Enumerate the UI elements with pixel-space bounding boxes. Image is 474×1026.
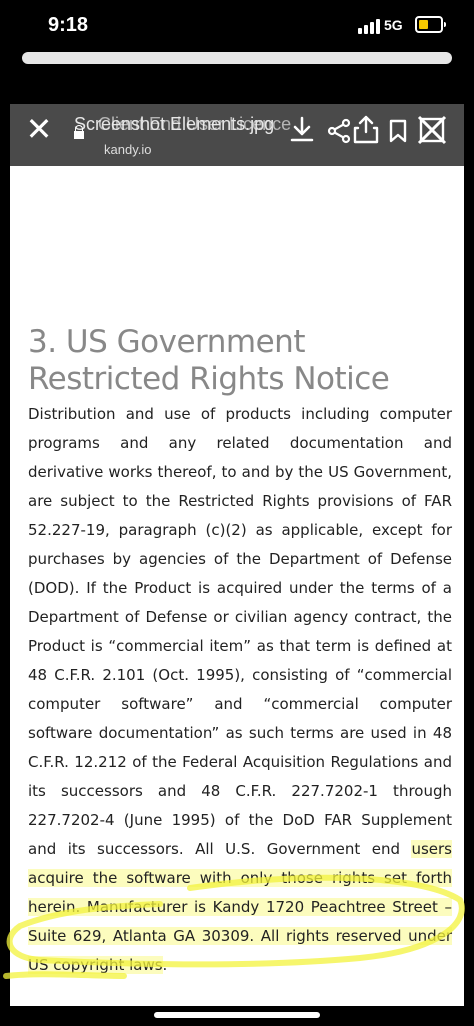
body-text-end: . [162, 956, 168, 974]
crossed-out-icon[interactable] [416, 114, 448, 146]
status-time: 9:18 [48, 14, 89, 36]
document-page: 3. US Government Restricted Rights Notic… [10, 166, 464, 1006]
section-body: Distribution and use of products includi… [28, 400, 452, 980]
upload-icon[interactable] [350, 114, 382, 146]
body-text-part: Distribution and use of products includi… [28, 405, 452, 858]
title-area: Screenshot Elements.jpg Client End User … [74, 114, 294, 160]
page-title-overlay: Client End User Licence [98, 114, 292, 134]
bookmark-icon[interactable] [382, 114, 414, 146]
sheet-handle[interactable] [22, 52, 452, 64]
site-domain: kandy.io [104, 142, 152, 157]
status-bar: 9:18 5G [0, 0, 474, 50]
close-icon[interactable]: ✕ [24, 113, 54, 145]
network-type: 5G [384, 17, 403, 33]
download-icon[interactable] [286, 114, 318, 146]
home-indicator[interactable] [154, 1012, 320, 1018]
lock-icon [74, 125, 84, 139]
section-heading: 3. US Government Restricted Rights Notic… [28, 324, 390, 397]
battery-icon [415, 16, 446, 33]
signal-strength-icon [358, 18, 380, 34]
viewer-toolbar: ✕ Screenshot Elements.jpg Client End Use… [10, 104, 464, 166]
highlighted-text: users acquire the software with only tho… [28, 840, 452, 974]
